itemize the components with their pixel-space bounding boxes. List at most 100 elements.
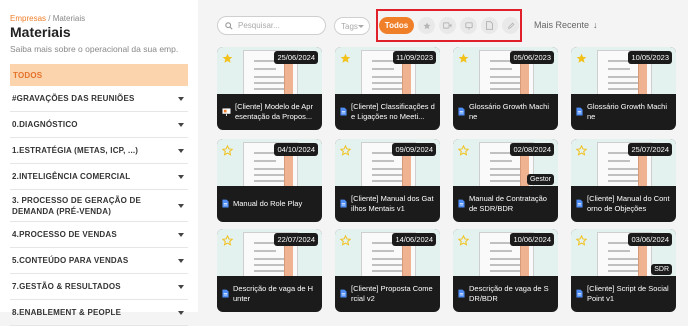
card-thumbnail: 25/06/2024 <box>217 47 322 94</box>
filter-favorites-button[interactable] <box>418 17 435 34</box>
star-outline-icon[interactable] <box>221 233 234 251</box>
sort-dropdown[interactable]: Mais Recente ↓ <box>534 20 598 30</box>
page-subtitle: Saiba mais sobre o operacional da sua em… <box>10 44 179 54</box>
category-item-todos[interactable]: TODOS <box>10 64 188 86</box>
chevron-down-icon <box>178 232 184 237</box>
card-body: Manual do Role Play <box>217 186 322 222</box>
category-item-vendas[interactable]: 4.PROCESSO DE VENDAS <box>10 222 188 248</box>
card-date: 11/09/2023 <box>393 51 436 64</box>
card-title: [Cliente] Proposta Comercial v2 <box>351 284 433 303</box>
category-item-enablement[interactable]: 8.ENABLEMENT & PEOPLE <box>10 300 188 326</box>
search-box[interactable] <box>217 16 326 35</box>
star-outline-icon[interactable] <box>339 143 352 161</box>
card-thumbnail: 02/08/2024 Gestor <box>453 139 558 186</box>
material-card[interactable]: 09/09/2024 [Cliente] Manual dos Gatilhos … <box>335 139 440 222</box>
material-card[interactable]: 10/06/2024 Descrição de vaga de SDR/BDR <box>453 229 558 312</box>
doc-icon <box>222 195 229 213</box>
breadcrumb: Empresas / Materiais <box>10 14 85 23</box>
breadcrumb-empresas-link[interactable]: Empresas <box>10 14 46 23</box>
star-outline-icon[interactable] <box>457 233 470 251</box>
category-item-conteudo[interactable]: 5.CONTEÚDO PARA VENDAS <box>10 248 188 274</box>
star-outline-icon[interactable] <box>339 233 352 251</box>
category-item-estrategia[interactable]: 1.ESTRATÉGIA (METAS, ICP, ...) <box>10 138 188 164</box>
category-item-gestao[interactable]: 7.GESTÃO & RESULTADOS <box>10 274 188 300</box>
card-title: Descrição de vaga de SDR/BDR <box>469 284 549 303</box>
card-title: Glossário Growth Machine <box>587 102 668 121</box>
doc-icon <box>576 195 583 213</box>
category-label: 8.ENABLEMENT & PEOPLE <box>12 308 122 317</box>
search-icon <box>225 21 233 30</box>
category-item-inteligencia[interactable]: 2.INTELIGÊNCIA COMERCIAL <box>10 164 188 190</box>
card-title: [Cliente] Manual dos Gatilhos Mentais v1 <box>351 194 434 213</box>
card-date: 25/07/2024 <box>628 143 672 156</box>
star-filled-icon[interactable] <box>340 51 351 69</box>
breadcrumb-separator: / <box>46 14 53 23</box>
card-title: [Cliente] Classificações de Ligações no … <box>351 102 435 121</box>
card-body: [Cliente] Classificações de Ligações no … <box>335 94 440 130</box>
chevron-down-icon <box>178 310 184 315</box>
star-filled-icon[interactable] <box>222 51 233 69</box>
chevron-down-icon <box>178 284 184 289</box>
doc-icon <box>458 195 465 213</box>
video-icon <box>443 22 452 29</box>
material-card[interactable]: 02/08/2024 Gestor Manual de Contratação de… <box>453 139 558 222</box>
category-item-diagnostico[interactable]: 0.DIAGNÓSTICO <box>10 112 188 138</box>
card-date: 10/05/2023 <box>628 51 672 64</box>
page-title: Materiais <box>10 24 71 40</box>
star-outline-icon[interactable] <box>221 143 234 161</box>
card-thumbnail: 10/06/2024 <box>453 229 558 276</box>
category-label: 2.INTELIGÊNCIA COMERCIAL <box>12 172 131 181</box>
card-date: 04/10/2024 <box>274 143 318 156</box>
chevron-down-icon <box>178 174 184 179</box>
star-outline-icon[interactable] <box>457 143 470 161</box>
star-outline-icon[interactable] <box>575 233 588 251</box>
material-card[interactable]: 11/09/2023 [Cliente] Classificações de Li… <box>335 47 440 130</box>
card-date: 10/06/2024 <box>510 233 554 246</box>
category-item-gravacoes[interactable]: #GRAVAÇÕES DAS REUNIÕES <box>10 86 188 112</box>
card-title: Manual do Role Play <box>233 199 303 208</box>
filter-document-button[interactable] <box>481 17 498 34</box>
star-filled-icon[interactable] <box>458 51 469 69</box>
card-date: 03/06/2024 <box>628 233 672 246</box>
doc-icon <box>458 103 465 121</box>
star-filled-icon[interactable] <box>576 51 587 69</box>
category-item-geracao-demanda[interactable]: 3. PROCESSO DE GERAÇÃO DE DEMANDA (PRÉ-V… <box>10 190 188 222</box>
material-card[interactable]: 05/06/2023 Glossário Growth Machine <box>453 47 558 130</box>
filter-all-button[interactable]: Todos <box>379 17 414 34</box>
pencil-icon <box>507 22 514 29</box>
chevron-down-icon <box>178 96 184 101</box>
doc-icon <box>340 285 347 303</box>
filter-link-button[interactable] <box>502 17 519 34</box>
tags-dropdown[interactable]: Tags <box>334 17 370 35</box>
card-body: Manual de Contratação de SDR/BDR <box>453 186 558 222</box>
star-outline-icon[interactable] <box>575 143 588 161</box>
search-input[interactable] <box>238 21 324 30</box>
filter-presentation-button[interactable] <box>460 17 477 34</box>
material-card[interactable]: 14/06/2024 [Cliente] Proposta Comercial v… <box>335 229 440 312</box>
doc-icon <box>576 285 583 303</box>
material-card[interactable]: 04/10/2024 Manual do Role Play <box>217 139 322 222</box>
category-label: 3. PROCESSO DE GERAÇÃO DE DEMANDA (PRÉ-V… <box>12 195 142 216</box>
doc-icon <box>340 195 347 213</box>
material-card[interactable]: 22/07/2024 Descrição de vaga de Hunter <box>217 229 322 312</box>
card-title: Descrição de vaga de Hunter <box>233 284 314 303</box>
category-label: 1.ESTRATÉGIA (METAS, ICP, ...) <box>12 146 139 155</box>
card-body: [Cliente] Script de Social Point v1 <box>571 276 676 312</box>
category-label: 5.CONTEÚDO PARA VENDAS <box>12 256 129 265</box>
category-label: 0.DIAGNÓSTICO <box>12 120 78 129</box>
card-body: Descrição de vaga de Hunter <box>217 276 322 312</box>
filter-video-button[interactable] <box>439 17 456 34</box>
presentation-icon <box>222 103 231 121</box>
category-menu: TODOS #GRAVAÇÕES DAS REUNIÕES 0.DIAGNÓST… <box>10 64 188 326</box>
card-date: 25/06/2024 <box>274 51 318 64</box>
material-card[interactable]: 25/07/2024 [Cliente] Manual do Contorno d… <box>571 139 676 222</box>
card-thumbnail: 10/05/2023 <box>571 47 676 94</box>
document-icon <box>486 21 493 30</box>
material-card[interactable]: 10/05/2023 Glossário Growth Machine <box>571 47 676 130</box>
card-title: Glossário Growth Machine <box>469 102 550 121</box>
material-card[interactable]: 03/06/2024 SDR [Cliente] Script de Social … <box>571 229 676 312</box>
material-card[interactable]: 25/06/2024 [Cliente] Modelo de Apresentaç… <box>217 47 322 130</box>
chevron-down-icon <box>358 25 364 28</box>
category-label: TODOS <box>13 70 43 80</box>
card-thumbnail: 11/09/2023 <box>335 47 440 94</box>
